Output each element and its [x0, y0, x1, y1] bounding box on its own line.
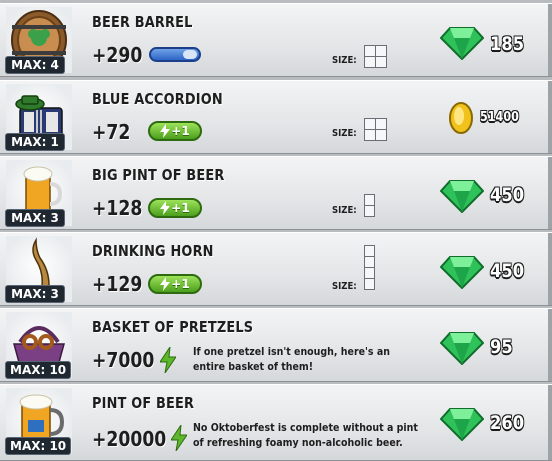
coin-icon	[449, 102, 473, 134]
item-value: +290	[92, 43, 143, 67]
item-value: +7000	[92, 348, 155, 372]
lightning-icon	[171, 425, 187, 451]
energy-value: +1	[171, 277, 190, 291]
item-title: BIG PINT OF BEER	[92, 166, 225, 184]
shop-item-basket-of-pretzels[interactable]: MAX: 10 BASKET OF PRETZELS +7000 If one …	[0, 308, 552, 382]
item-title: BLUE ACCORDION	[92, 90, 223, 108]
gem-icon	[440, 256, 484, 289]
size-label: SIZE:	[332, 55, 357, 66]
item-price[interactable]: 95	[490, 336, 513, 358]
item-description: If one pretzel isn't enough, here's an e…	[193, 345, 390, 373]
gem-icon	[440, 180, 484, 213]
item-price[interactable]: 450	[490, 260, 524, 282]
max-badge: MAX: 3	[5, 285, 65, 303]
item-price[interactable]: 51400	[480, 110, 519, 125]
energy-badge: +1	[148, 198, 202, 218]
shop-item-drinking-horn[interactable]: MAX: 3 DRINKING HORN +129 +1 SIZE: 450	[0, 232, 552, 306]
size-label: SIZE:	[332, 128, 357, 139]
item-value: +129	[92, 272, 143, 296]
item-description: No Oktoberfest is complete without a pin…	[193, 421, 418, 449]
item-title: BEER BARREL	[92, 13, 193, 31]
progress-pill	[149, 47, 201, 62]
item-value: +20000	[92, 427, 167, 451]
shop-item-beer-barrel[interactable]: MAX: 4 BEER BARREL +290 SIZE: 185	[0, 3, 552, 77]
item-title: BASKET OF PRETZELS	[92, 318, 254, 336]
lightning-icon	[160, 124, 171, 138]
gem-icon	[440, 332, 484, 365]
item-price[interactable]: 450	[490, 184, 524, 206]
size-label: SIZE:	[332, 281, 357, 292]
max-badge: MAX: 1	[5, 133, 65, 151]
lightning-icon	[160, 201, 171, 215]
item-value: +72	[92, 120, 131, 144]
energy-value: +1	[171, 124, 190, 138]
energy-value: +1	[171, 201, 190, 215]
max-badge: MAX: 10	[5, 361, 72, 379]
shop-item-pint-of-beer[interactable]: MAX: 10 PINT OF BEER +20000 No Oktoberfe…	[0, 384, 552, 461]
item-title: PINT OF BEER	[92, 394, 195, 412]
energy-badge: +1	[148, 274, 202, 294]
shop-item-blue-accordion[interactable]: MAX: 1 BLUE ACCORDION +72 +1 SIZE: 51400	[0, 80, 552, 154]
gem-icon	[440, 27, 484, 60]
lightning-icon	[160, 347, 176, 373]
item-price[interactable]: 260	[490, 412, 524, 434]
size-label: SIZE:	[332, 205, 357, 216]
max-badge: MAX: 3	[5, 209, 65, 227]
item-title: DRINKING HORN	[92, 242, 214, 260]
max-badge: MAX: 4	[5, 56, 65, 74]
item-price[interactable]: 185	[490, 33, 524, 55]
item-value: +128	[92, 196, 143, 220]
shop-item-big-pint-of-beer[interactable]: MAX: 3 BIG PINT OF BEER +128 +1 SIZE: 45…	[0, 156, 552, 230]
energy-badge: +1	[148, 121, 202, 141]
gem-icon	[440, 408, 484, 441]
max-badge: MAX: 10	[5, 437, 72, 455]
lightning-icon	[160, 277, 171, 291]
